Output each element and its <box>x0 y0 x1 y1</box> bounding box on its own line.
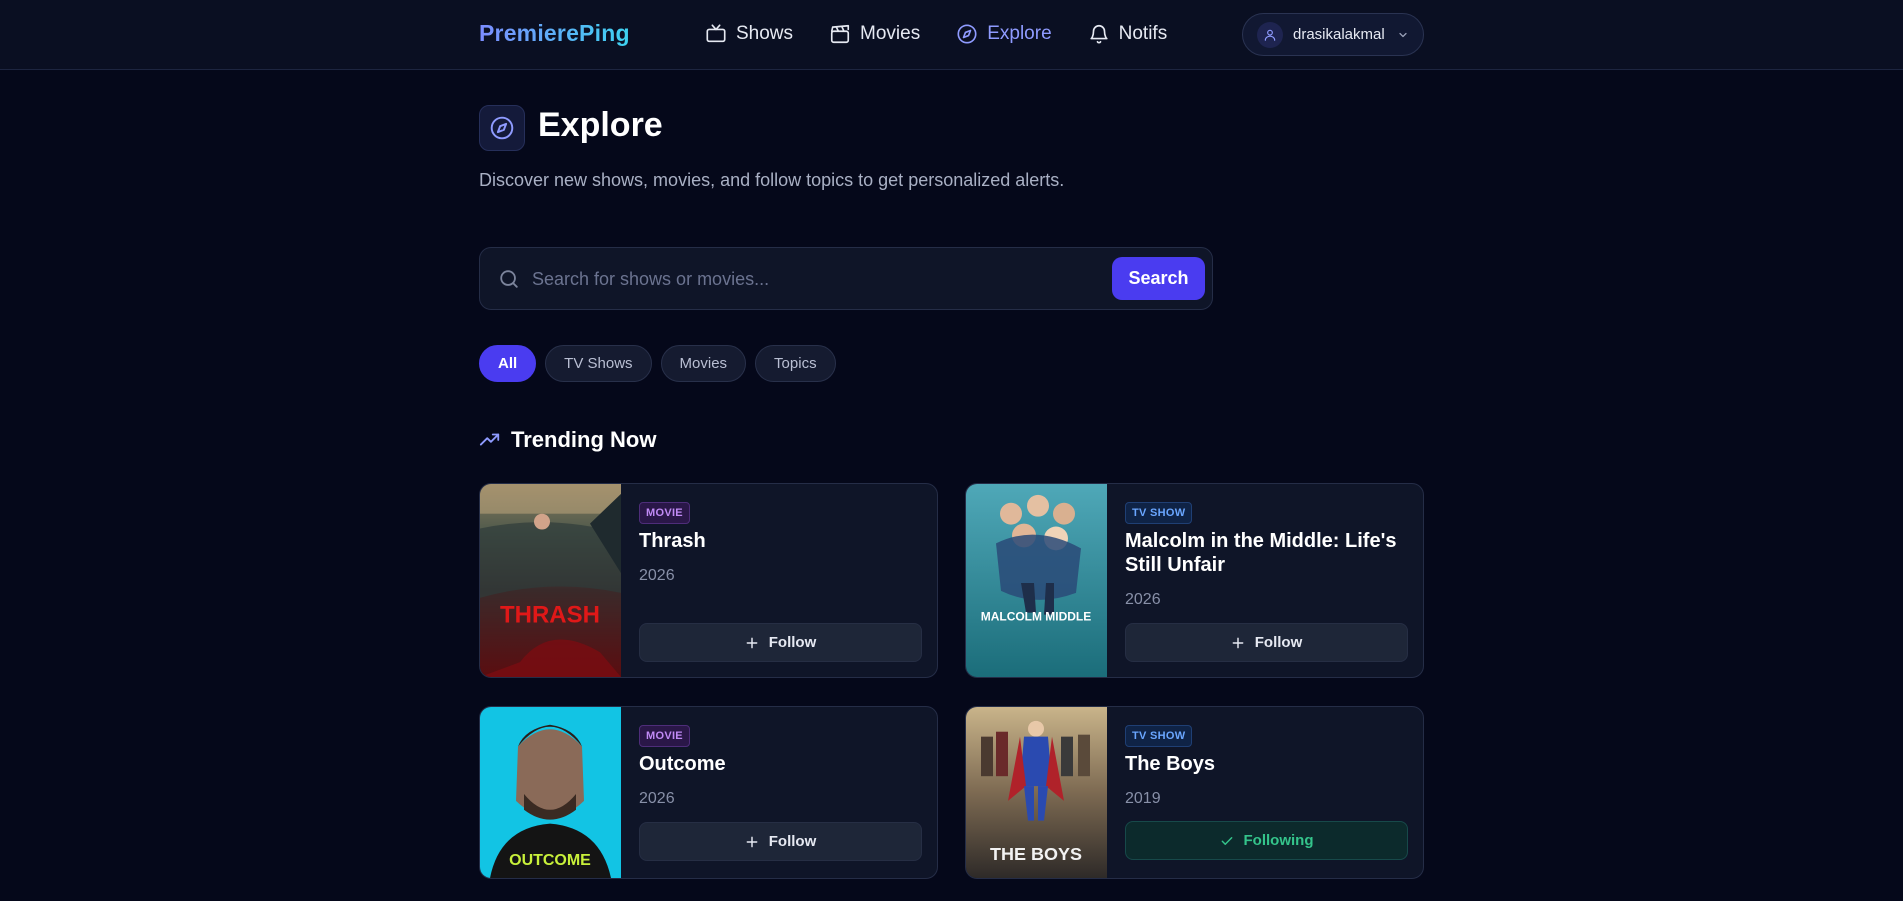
search-icon <box>500 270 518 288</box>
card-year: 2026 <box>639 790 675 807</box>
tv-icon <box>706 24 726 43</box>
user-menu-button[interactable]: drasikalakmal <box>1242 13 1424 56</box>
follow-label: Following <box>1243 832 1314 849</box>
filter-chip-tv-shows[interactable]: TV Shows <box>545 345 652 382</box>
poster-title-text: THE BOYS <box>990 844 1082 864</box>
media-card-outcome[interactable]: OUTCOME MOVIE Outcome 2026 Follow <box>479 706 938 879</box>
poster-image: THRASH <box>480 484 621 677</box>
filter-chip-all[interactable]: All <box>479 345 537 382</box>
card-year: 2026 <box>1125 591 1161 608</box>
nav-link-explore[interactable]: Explore <box>956 20 1052 48</box>
check-icon <box>1221 836 1232 845</box>
chevron-down-icon <box>1399 32 1407 37</box>
follow-button[interactable]: Follow <box>639 623 922 662</box>
follow-button[interactable]: Follow <box>1125 623 1408 662</box>
card-year: 2019 <box>1125 790 1161 807</box>
trending-header: Trending Now <box>479 427 656 453</box>
filter-chip-topics[interactable]: Topics <box>755 345 836 382</box>
brand-logo[interactable]: PremierePing <box>479 20 630 47</box>
poster-image: THE BOYS <box>966 707 1107 878</box>
type-badge: TV SHOW <box>1125 725 1193 747</box>
top-nav: PremierePing Shows Movies Explore Notifs… <box>0 0 1903 70</box>
following-button[interactable]: Following <box>1125 821 1408 860</box>
follow-label: Follow <box>768 833 817 850</box>
avatar <box>1257 21 1283 48</box>
trending-up-icon <box>479 433 500 446</box>
page-title: Explore <box>538 106 663 144</box>
nav-link-label: Explore <box>987 23 1052 44</box>
clapperboard-icon <box>830 24 850 44</box>
card-title: Outcome <box>639 753 726 775</box>
nav-link-shows[interactable]: Shows <box>705 20 793 48</box>
media-card-thrash[interactable]: THRASH MOVIE Thrash 2026 Follow <box>479 483 938 678</box>
type-badge: MOVIE <box>639 725 690 747</box>
follow-label: Follow <box>1254 634 1303 651</box>
search-input[interactable] <box>532 260 1072 298</box>
card-title: Malcolm in the Middle: Life's Still Unfa… <box>1125 530 1397 576</box>
poster-title-text: OUTCOME <box>509 852 591 869</box>
user-name: drasikalakmal <box>1293 26 1385 43</box>
nav-link-label: Shows <box>736 23 794 44</box>
compass-icon <box>490 116 514 140</box>
user-icon <box>1264 29 1276 41</box>
filter-chips: All TV Shows Movies Topics <box>479 345 845 382</box>
nav-link-movies[interactable]: Movies <box>829 20 920 48</box>
search-button[interactable]: Search <box>1112 257 1205 300</box>
nav-links: Shows Movies Explore Notifs <box>705 20 1203 48</box>
media-card-malcolm[interactable]: MALCOLM MIDDLE TV SHOW Malcolm in the Mi… <box>965 483 1424 678</box>
type-badge: MOVIE <box>639 502 690 524</box>
type-badge: TV SHOW <box>1125 502 1193 524</box>
nav-link-label: Notifs <box>1118 23 1168 44</box>
media-card-the-boys[interactable]: THE BOYS TV SHOW The Boys 2019 Following <box>965 706 1424 879</box>
nav-link-notifs[interactable]: Notifs <box>1088 20 1168 48</box>
plus-icon <box>746 637 758 648</box>
filter-chip-movies[interactable]: Movies <box>660 345 747 382</box>
card-year: 2026 <box>639 567 675 584</box>
nav-link-label: Movies <box>860 23 921 44</box>
card-title: The Boys <box>1125 753 1216 775</box>
section-title: Trending Now <box>511 427 657 452</box>
plus-icon <box>746 836 758 847</box>
search-bar: Search <box>479 247 1213 310</box>
poster-title-text: THRASH <box>500 602 600 629</box>
poster-image: MALCOLM MIDDLE <box>966 484 1107 677</box>
poster-image: OUTCOME <box>480 707 621 878</box>
card-title: Thrash <box>639 530 706 552</box>
follow-button[interactable]: Follow <box>639 822 922 861</box>
poster-title-text: MALCOLM MIDDLE <box>981 610 1092 624</box>
page-subtitle: Discover new shows, movies, and follow t… <box>479 170 1065 190</box>
bell-icon <box>1090 25 1108 44</box>
compass-icon <box>957 24 977 44</box>
follow-label: Follow <box>768 634 817 651</box>
page-icon <box>479 105 525 151</box>
plus-icon <box>1232 637 1244 648</box>
